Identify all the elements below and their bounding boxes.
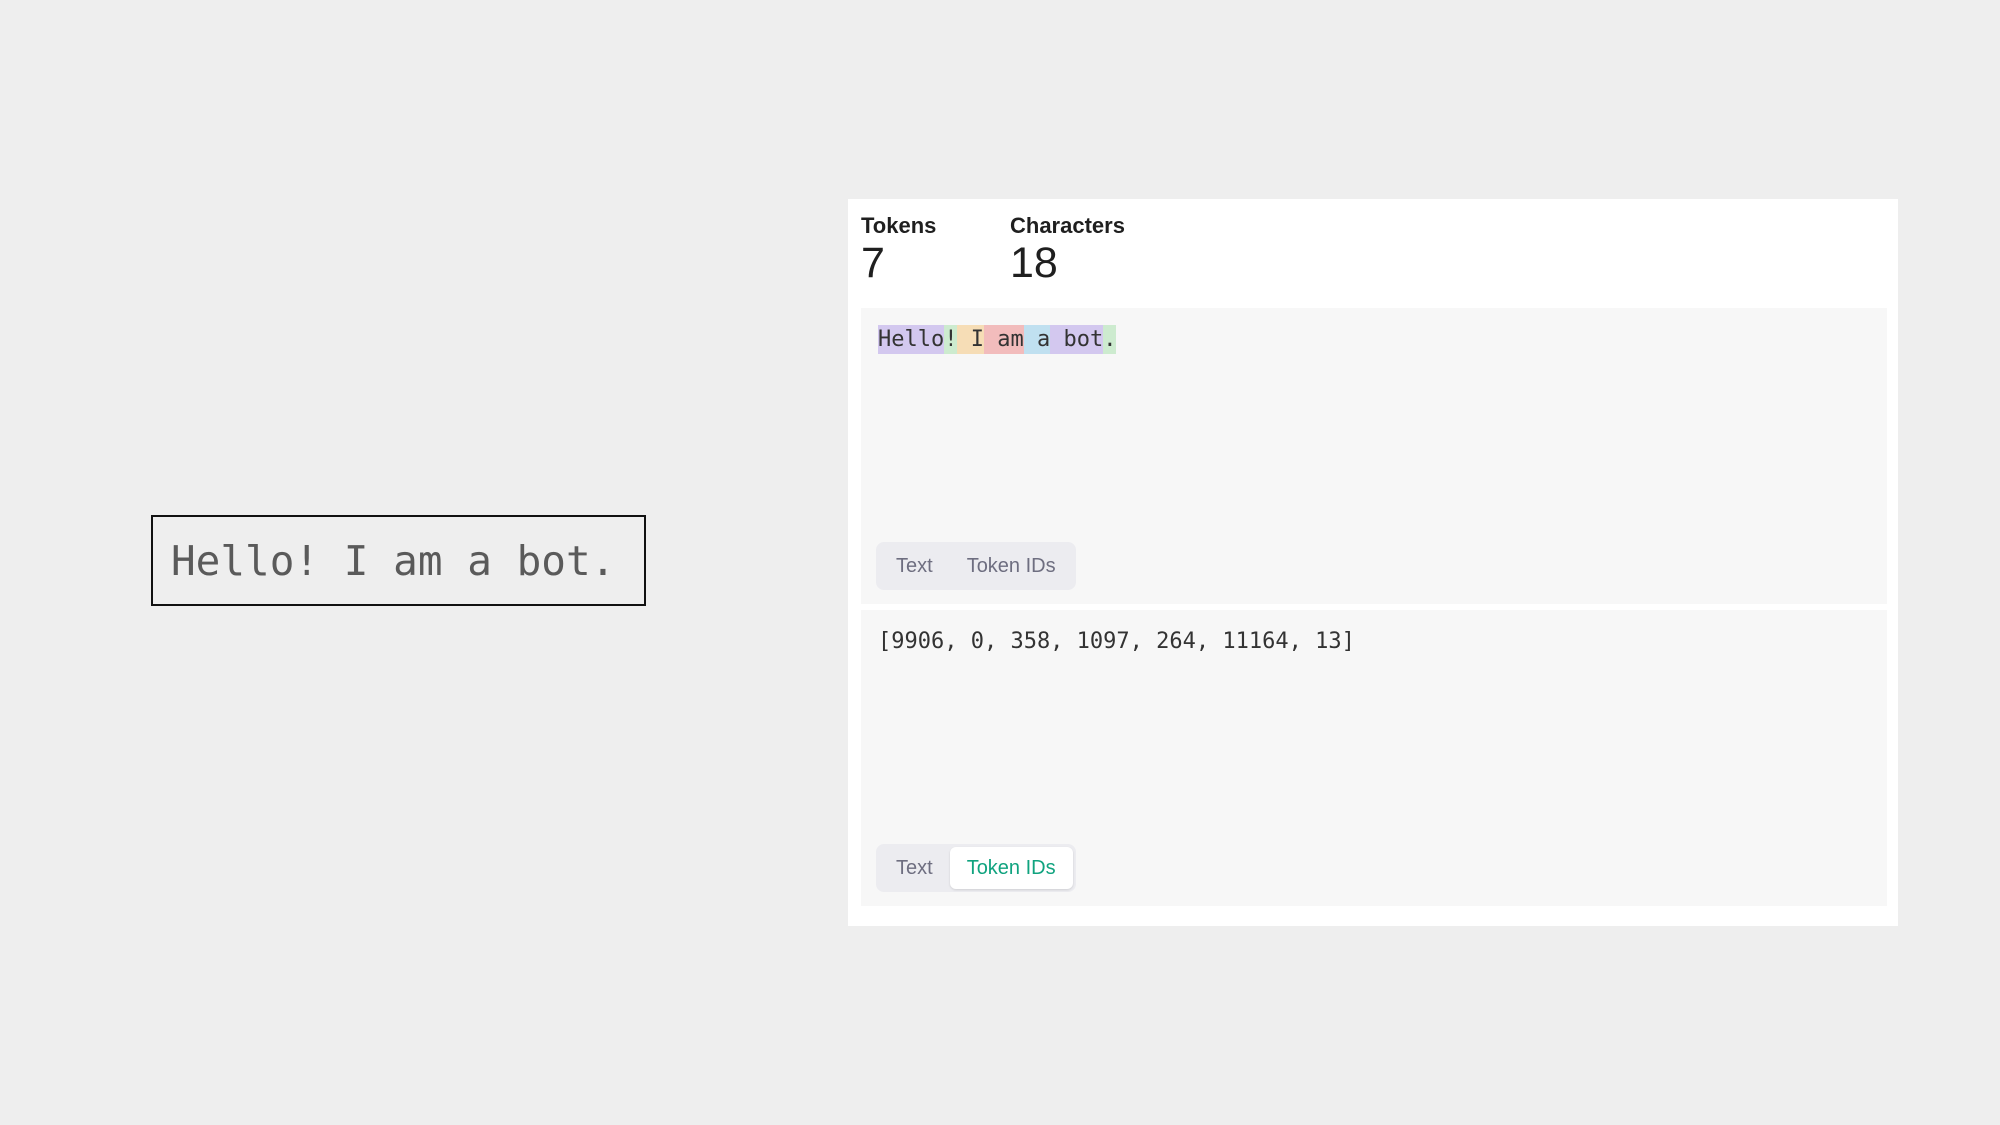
token-chip: a [1023, 325, 1051, 354]
token-chip: ! [944, 325, 958, 354]
characters-stat: Characters 18 [1010, 213, 1125, 287]
token-chip: am [983, 325, 1024, 354]
tab-token-ids[interactable]: Token IDs [950, 545, 1073, 587]
characters-count: 18 [1010, 239, 1058, 288]
token-ids-list: [9906, 0, 358, 1097, 264, 11164, 13] [878, 629, 1355, 654]
tokens-label: Tokens [861, 213, 937, 238]
characters-label: Characters [1010, 213, 1125, 238]
view-toggle-top: Text Token IDs [876, 542, 1076, 590]
token-chip: . [1103, 325, 1117, 354]
token-chip: I [957, 325, 984, 354]
token-chip: bot [1050, 325, 1104, 354]
token-ids-view: [9906, 0, 358, 1097, 264, 11164, 13] Tex… [861, 610, 1887, 906]
view-toggle-bottom: Text Token IDs [876, 844, 1076, 892]
highlighted-tokens: Hello! I am a bot. [878, 325, 1117, 354]
token-chip: Hello [878, 325, 945, 354]
tokens-stat: Tokens 7 [861, 213, 936, 287]
tokenizer-panel: Tokens 7 Characters 18 Hello! I am a bot… [848, 199, 1898, 926]
tab-token-ids[interactable]: Token IDs [949, 847, 1073, 889]
prompt-text-box: Hello! I am a bot. [151, 515, 646, 606]
tab-text[interactable]: Text [879, 847, 950, 889]
tokens-count: 7 [861, 239, 885, 288]
token-text-view: Hello! I am a bot. Text Token IDs [861, 308, 1887, 604]
tab-text[interactable]: Text [879, 545, 950, 587]
